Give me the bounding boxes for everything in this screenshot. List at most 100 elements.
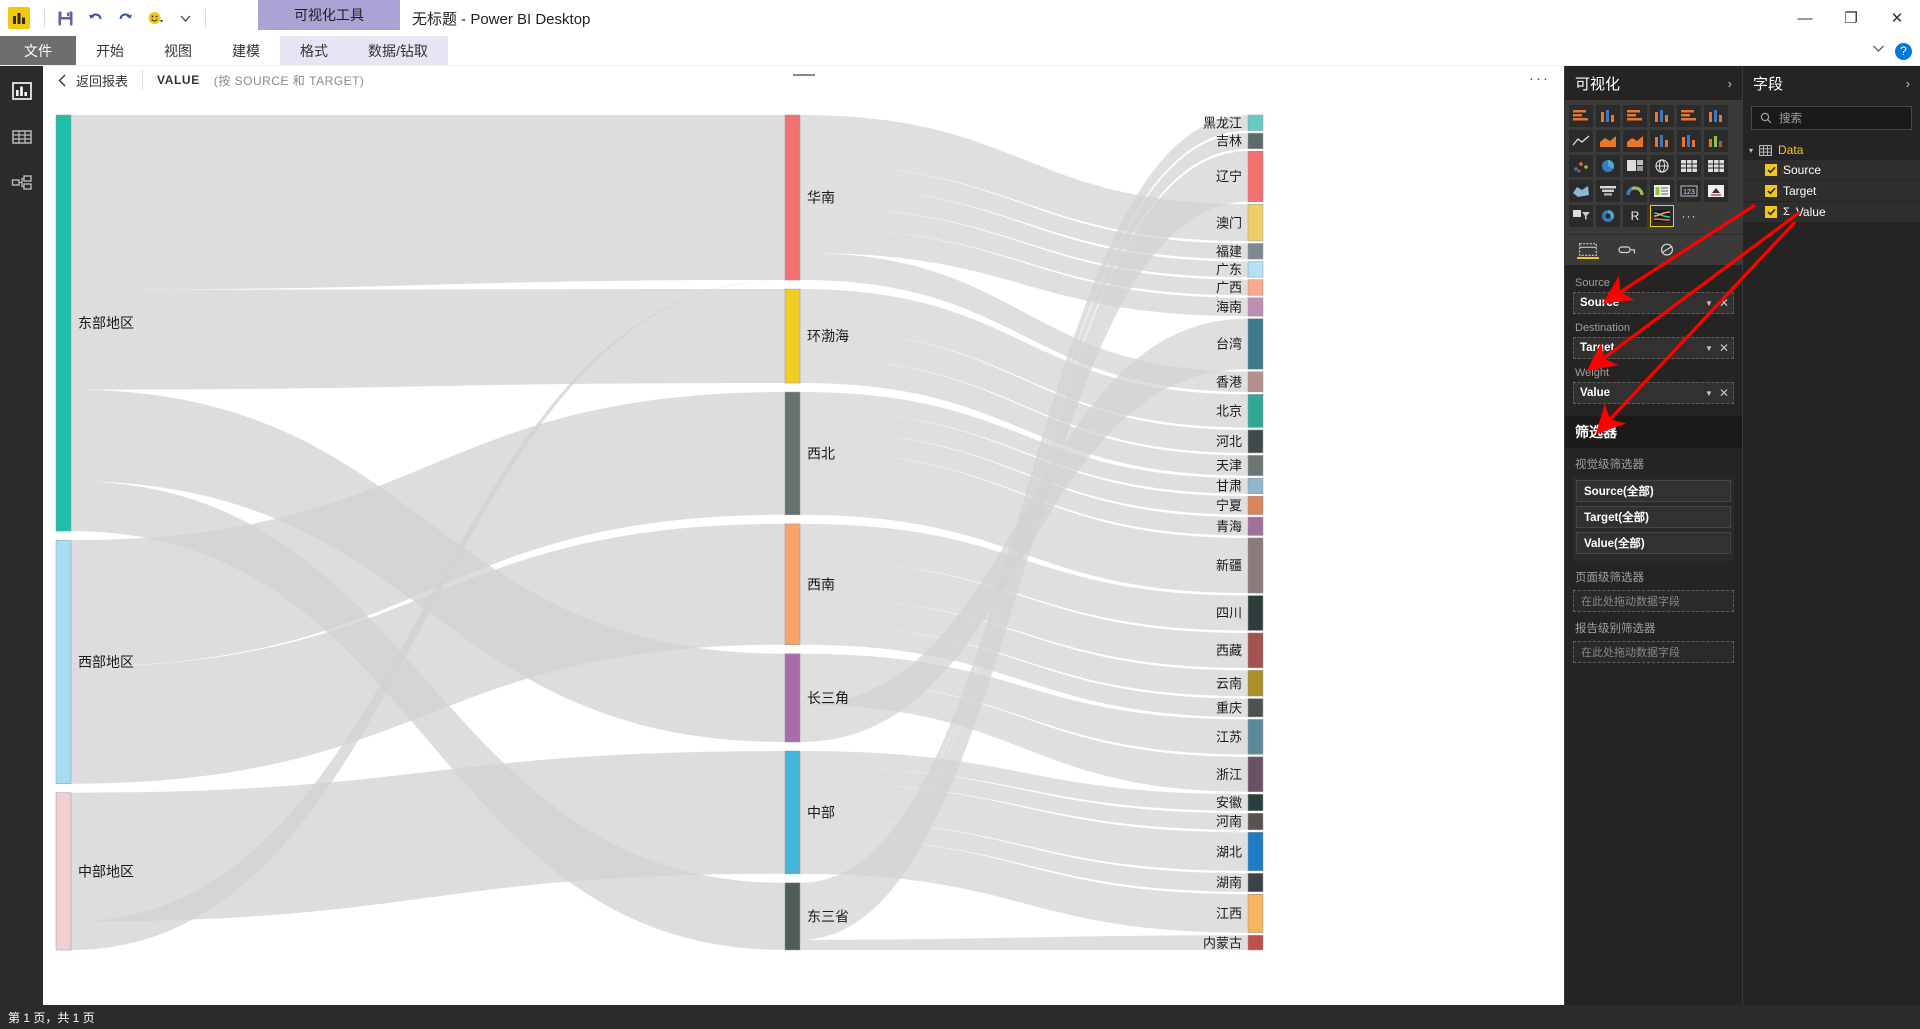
maximize-button[interactable]: ❐	[1828, 0, 1874, 36]
ribbon-tab-data-drill[interactable]: 数据/钻取	[348, 36, 448, 65]
field-item-value[interactable]: Σ Value	[1743, 202, 1920, 223]
sankey-node[interactable]	[1247, 698, 1264, 718]
sankey-node[interactable]	[1247, 670, 1264, 697]
sankey-node[interactable]	[1247, 455, 1264, 476]
card-icon[interactable]: 123	[1677, 180, 1701, 202]
redo-icon[interactable]	[115, 8, 135, 28]
remove-field-close-icon[interactable]: ✕	[1719, 296, 1729, 310]
well-slot-destination[interactable]: Target ▼ ✕	[1573, 337, 1734, 359]
rail-item-data-view[interactable]	[7, 122, 37, 152]
collapse-fields-chevron-right-icon[interactable]: ›	[1906, 76, 1910, 91]
close-button[interactable]: ✕	[1874, 0, 1920, 36]
field-checkbox[interactable]	[1765, 185, 1777, 197]
sankey-node[interactable]	[1247, 371, 1264, 393]
well-slot-source[interactable]: Source ▼ ✕	[1573, 292, 1734, 314]
100-stacked-column-chart-icon[interactable]	[1704, 105, 1728, 127]
sankey-link[interactable]	[71, 289, 785, 390]
field-item-source[interactable]: Source	[1743, 160, 1920, 181]
analytics-magnifier-icon[interactable]	[1657, 241, 1679, 259]
drag-grip-icon[interactable]	[792, 74, 815, 76]
sankey-node[interactable]	[1247, 429, 1264, 454]
filter-card[interactable]: Value(全部)	[1576, 532, 1731, 554]
sankey-node[interactable]	[1247, 477, 1264, 494]
sankey-node[interactable]	[1247, 297, 1264, 317]
pie-chart-icon[interactable]	[1596, 155, 1620, 177]
back-to-report-button[interactable]: 返回报表	[57, 71, 128, 90]
sankey-node[interactable]	[1247, 114, 1264, 131]
sankey-link[interactable]	[71, 115, 785, 290]
sankey-node[interactable]	[1247, 935, 1264, 951]
field-checkbox[interactable]	[1765, 206, 1777, 218]
sankey-node[interactable]	[1247, 632, 1264, 669]
sankey-node[interactable]	[1247, 873, 1264, 892]
sankey-chart-icon[interactable]	[1650, 205, 1674, 227]
line-clustered-column-chart-icon[interactable]	[1677, 130, 1701, 152]
fields-search-box[interactable]: 搜索	[1751, 106, 1912, 130]
rail-item-report-view[interactable]	[7, 76, 37, 106]
sankey-node[interactable]	[55, 792, 72, 951]
more-visuals-icon[interactable]: ···	[1677, 205, 1701, 227]
remove-field-close-icon[interactable]: ✕	[1719, 386, 1729, 400]
sankey-node[interactable]	[1247, 203, 1264, 242]
scatter-chart-icon[interactable]	[1569, 155, 1593, 177]
sankey-node[interactable]	[784, 523, 801, 646]
matrix-icon[interactable]	[1704, 155, 1728, 177]
sankey-node[interactable]	[784, 882, 801, 951]
rail-item-model-view[interactable]	[7, 168, 37, 198]
map-icon[interactable]	[1650, 155, 1674, 177]
filled-map-icon[interactable]	[1569, 180, 1593, 202]
r-script-visual-icon[interactable]: R	[1623, 205, 1647, 227]
funnel-icon[interactable]	[1596, 180, 1620, 202]
sankey-node[interactable]	[1247, 832, 1264, 872]
fields-pane-icon[interactable]	[1577, 241, 1599, 259]
sankey-node[interactable]	[1247, 279, 1264, 296]
save-icon[interactable]	[55, 8, 75, 28]
stacked-bar-chart-icon[interactable]	[1569, 105, 1593, 127]
visual-type-gallery[interactable]: 123 R ···	[1565, 100, 1742, 234]
area-chart-icon[interactable]	[1596, 130, 1620, 152]
sankey-node[interactable]	[1247, 793, 1264, 812]
sankey-node[interactable]	[1247, 495, 1264, 515]
sankey-svg[interactable]: 东部地区西部地区中部地区 华南环渤海西北西南长三角中部东三省 黑龙江吉林辽宁澳门福建…	[43, 90, 1286, 1005]
gauge-icon[interactable]	[1623, 180, 1647, 202]
collapse-ribbon-chevron-down-icon[interactable]	[1872, 42, 1885, 60]
sankey-node[interactable]	[784, 750, 801, 875]
smiley-icon[interactable]	[145, 8, 165, 28]
slicer-icon[interactable]	[1569, 205, 1593, 227]
contextual-tab-visual-tools[interactable]: 可视化工具	[258, 0, 400, 30]
clustered-column-chart-icon[interactable]	[1650, 105, 1674, 127]
sankey-node[interactable]	[1247, 813, 1264, 831]
sankey-node[interactable]	[1247, 394, 1264, 428]
multi-row-card-icon[interactable]	[1650, 180, 1674, 202]
100-stacked-bar-chart-icon[interactable]	[1677, 105, 1701, 127]
chevron-down-icon[interactable]: ▼	[1705, 299, 1713, 308]
sankey-node[interactable]	[1247, 595, 1264, 631]
minimize-button[interactable]: —	[1782, 0, 1828, 36]
kpi-icon[interactable]	[1704, 180, 1728, 202]
sankey-link[interactable]	[800, 935, 1248, 950]
remove-field-close-icon[interactable]: ✕	[1719, 341, 1729, 355]
field-checkbox[interactable]	[1765, 164, 1777, 176]
sankey-node[interactable]	[55, 114, 72, 532]
table-icon[interactable]	[1677, 155, 1701, 177]
report-level-filter-dropzone[interactable]: 在此处拖动数据字段	[1573, 641, 1734, 663]
sankey-node[interactable]	[784, 114, 801, 281]
ribbon-tab-modeling[interactable]: 建模	[212, 36, 280, 65]
ellipsis-icon[interactable]: ···	[1529, 70, 1550, 87]
page-level-filter-dropzone[interactable]: 在此处拖动数据字段	[1573, 590, 1734, 612]
sankey-node[interactable]	[1247, 243, 1264, 260]
clustered-bar-chart-icon[interactable]	[1623, 105, 1647, 127]
sankey-node[interactable]	[784, 653, 801, 743]
ribbon-tab-format[interactable]: 格式	[280, 36, 348, 65]
ribbon-chart-icon[interactable]	[1704, 130, 1728, 152]
sankey-node[interactable]	[1247, 719, 1264, 755]
format-paint-roller-icon[interactable]	[1617, 241, 1639, 259]
sankey-node[interactable]	[1247, 756, 1264, 792]
collapse-visualizations-chevron-right-icon[interactable]: ›	[1728, 76, 1732, 91]
triangle-down-icon[interactable]: ▾	[1749, 146, 1753, 155]
filter-card[interactable]: Target(全部)	[1576, 506, 1731, 528]
ribbon-tab-file[interactable]: 文件	[0, 36, 76, 65]
sankey-node[interactable]	[1247, 150, 1264, 202]
sankey-node[interactable]	[1247, 516, 1264, 536]
undo-icon[interactable]	[85, 8, 105, 28]
